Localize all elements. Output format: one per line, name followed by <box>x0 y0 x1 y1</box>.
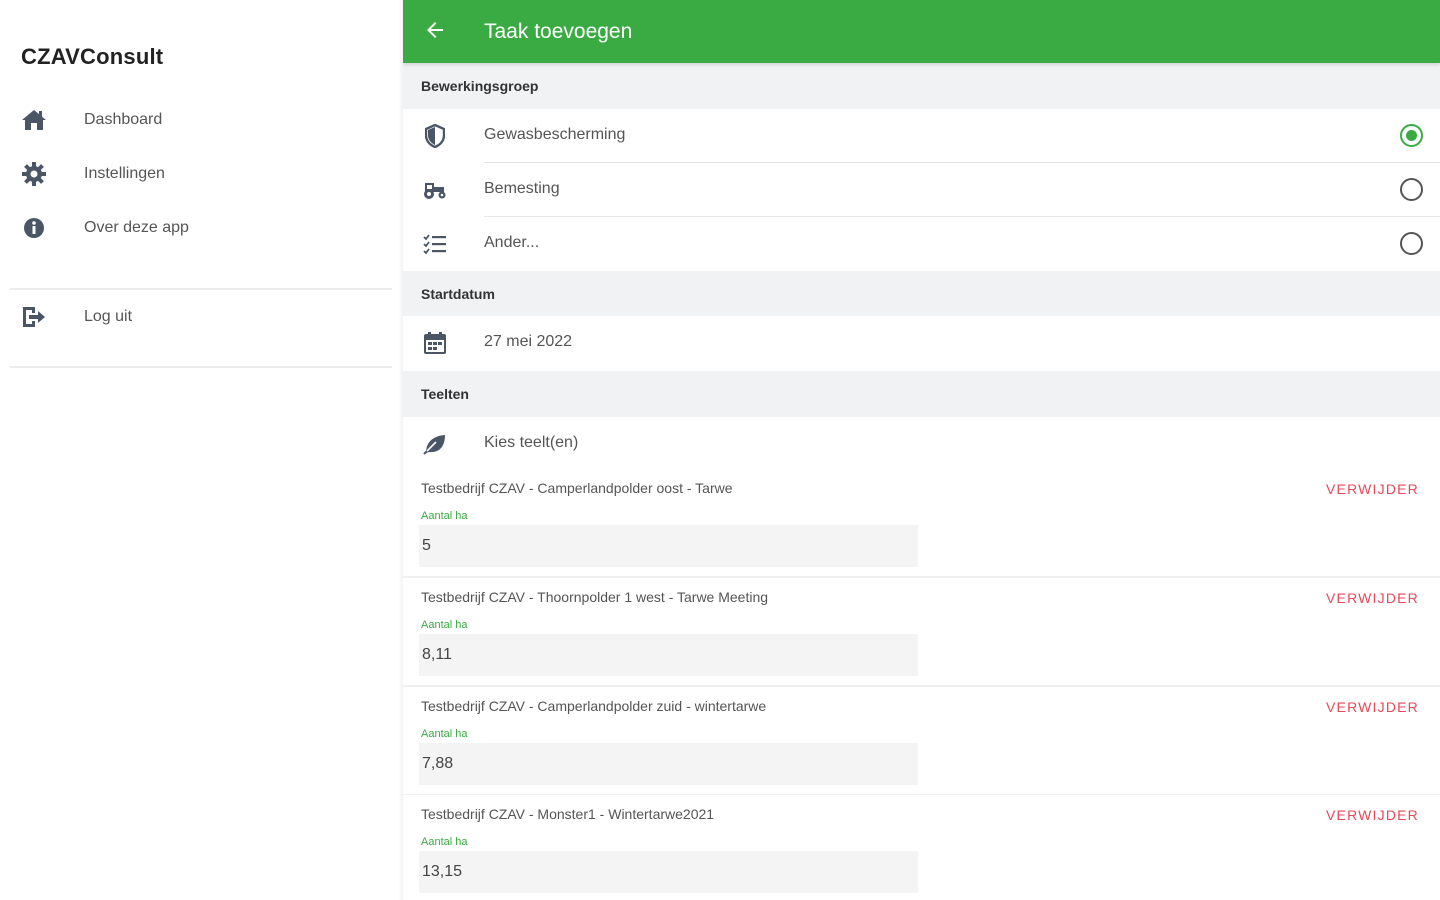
crop-title: Testbedrijf CZAV - Monster1 - Wintertarw… <box>421 806 715 822</box>
hectare-input[interactable] <box>419 851 918 893</box>
crop-title: Testbedrijf CZAV - Camperlandpolder oost… <box>421 480 733 496</box>
app-title: CZAVConsult <box>21 44 164 69</box>
start-date-picker[interactable]: 27 mei 2022 <box>403 316 1440 370</box>
shield-icon <box>421 123 449 149</box>
info-icon <box>21 215 47 241</box>
calendar-icon <box>421 330 449 356</box>
crop-item: Testbedrijf CZAV - Camperlandpolder oost… <box>403 469 1440 578</box>
start-date-value: 27 mei 2022 <box>484 333 573 350</box>
crop-title: Testbedrijf CZAV - Thoornpolder 1 west -… <box>421 589 769 605</box>
app-bar: Taak toevoegen <box>403 0 1440 63</box>
radio-bemesting[interactable] <box>1400 178 1423 201</box>
option-label: Gewasbescherming <box>484 126 626 143</box>
nav-item-log-uit[interactable]: Log uit <box>0 292 395 342</box>
divider <box>10 288 392 290</box>
home-icon <box>21 107 47 133</box>
remove-crop-button[interactable]: VERWIJDER <box>1326 590 1419 606</box>
nav-item-label: Over deze app <box>84 219 189 236</box>
radio-ander[interactable] <box>1400 232 1423 255</box>
hectare-input[interactable] <box>419 743 918 785</box>
nav-item-dashboard[interactable]: Dashboard <box>0 95 395 145</box>
nav-item-label: Dashboard <box>84 111 163 128</box>
logout-icon <box>21 304 47 330</box>
choose-crops-button[interactable]: Kies teelt(en) <box>403 417 1440 471</box>
leaf-icon <box>421 431 449 457</box>
remove-crop-button[interactable]: VERWIJDER <box>1326 807 1419 823</box>
navigation-drawer: CZAVConsult Dashboard Instellingen Over … <box>0 0 403 900</box>
arrow-left-icon <box>423 18 447 47</box>
tractor-icon <box>421 177 449 203</box>
divider <box>10 366 392 368</box>
page-title: Taak toevoegen <box>484 20 633 43</box>
radio-gewasbescherming[interactable] <box>1400 124 1423 147</box>
back-button[interactable] <box>421 18 449 46</box>
option-label: Bemesting <box>484 180 560 197</box>
crop-item: Testbedrijf CZAV - Monster1 - Wintertarw… <box>403 795 1440 900</box>
hectare-input[interactable] <box>419 525 918 567</box>
option-label: Ander... <box>484 234 540 251</box>
main-content: Taak toevoegen Bewerkingsgroep Gewasbesc… <box>403 0 1440 900</box>
gear-icon <box>21 161 47 187</box>
option-ander[interactable]: Ander... <box>403 217 1440 271</box>
nav-item-instellingen[interactable]: Instellingen <box>0 149 395 199</box>
crop-item: Testbedrijf CZAV - Thoornpolder 1 west -… <box>403 578 1440 687</box>
hectare-field-label: Aantal ha <box>421 728 468 740</box>
option-gewasbescherming[interactable]: Gewasbescherming <box>403 109 1440 163</box>
section-header-teelten: Teelten <box>403 371 1440 417</box>
option-bemesting[interactable]: Bemesting <box>403 163 1440 217</box>
section-header-startdatum: Startdatum <box>403 271 1440 316</box>
remove-crop-button[interactable]: VERWIJDER <box>1326 699 1419 715</box>
choose-crops-label: Kies teelt(en) <box>484 434 579 451</box>
crop-title: Testbedrijf CZAV - Camperlandpolder zuid… <box>421 698 767 714</box>
nav-item-label: Log uit <box>84 308 133 325</box>
remove-crop-button[interactable]: VERWIJDER <box>1326 481 1419 497</box>
nav-item-over-deze-app[interactable]: Over deze app <box>0 203 395 253</box>
hectare-field-label: Aantal ha <box>421 836 468 848</box>
hectare-input[interactable] <box>419 634 918 676</box>
crop-item: Testbedrijf CZAV - Camperlandpolder zuid… <box>403 687 1440 796</box>
hectare-field-label: Aantal ha <box>421 619 468 631</box>
list-check-icon <box>421 231 449 257</box>
nav-item-label: Instellingen <box>84 165 165 182</box>
section-header-bewerkingsgroep: Bewerkingsgroep <box>403 63 1440 109</box>
hectare-field-label: Aantal ha <box>421 510 468 522</box>
